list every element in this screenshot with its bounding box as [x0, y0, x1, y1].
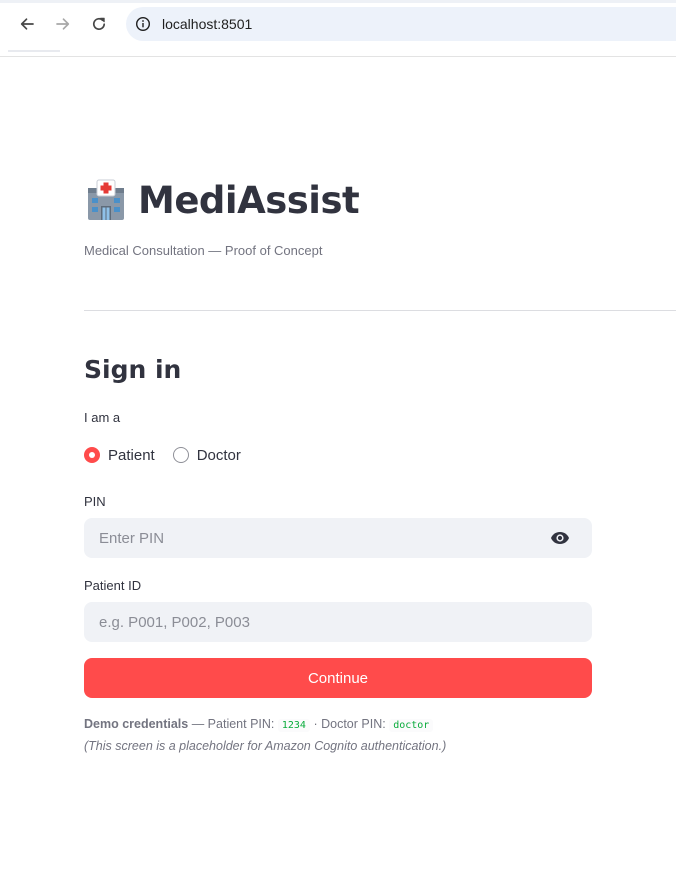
- forward-button[interactable]: [50, 11, 76, 37]
- continue-button[interactable]: Continue: [84, 658, 592, 698]
- address-url[interactable]: localhost:8501: [162, 16, 252, 32]
- arrow-left-icon: [20, 18, 34, 30]
- divider: [84, 310, 676, 311]
- back-button[interactable]: [14, 11, 40, 37]
- role-label: I am a: [84, 410, 121, 425]
- radio-checked-icon[interactable]: [84, 447, 100, 463]
- doctor-pin-code: doctor: [389, 719, 434, 732]
- demo-doctor-prefix: · Doctor PIN:: [313, 717, 386, 731]
- role-option-patient[interactable]: Patient: [84, 447, 155, 464]
- tab-strip: [0, 0, 676, 3]
- eye-icon[interactable]: [548, 528, 572, 548]
- pin-field: [84, 518, 592, 558]
- role-radio-group: Patient Doctor: [84, 444, 259, 466]
- pin-label: PIN: [84, 494, 106, 509]
- demo-patient-prefix: — Patient PIN:: [191, 717, 275, 731]
- reload-button[interactable]: [86, 11, 112, 37]
- address-bar[interactable]: localhost:8501: [126, 7, 676, 41]
- placeholder-note: (This screen is a placeholder for Amazon…: [84, 739, 447, 753]
- radio-unchecked-icon[interactable]: [172, 447, 189, 463]
- patient-id-field: [84, 602, 592, 642]
- app-subtitle: Medical Consultation — Proof of Concept: [84, 243, 323, 258]
- arrow-right-icon: [56, 18, 70, 30]
- patient-pin-code: 1234: [277, 719, 310, 732]
- demo-credentials: Demo credentials — Patient PIN: 1234 · D…: [84, 717, 434, 732]
- role-option-label[interactable]: Doctor: [197, 447, 241, 464]
- app-title: MediAssist: [138, 178, 360, 222]
- app-header: MediAssist: [84, 176, 360, 224]
- reload-icon: [93, 17, 106, 30]
- site-info-icon[interactable]: [135, 16, 151, 32]
- demo-title: Demo credentials: [84, 717, 189, 731]
- role-option-doctor[interactable]: Doctor: [172, 447, 241, 464]
- patient-id-label: Patient ID: [84, 578, 142, 593]
- tab-indicator: [8, 50, 60, 52]
- browser-toolbar: localhost:8501: [0, 0, 676, 57]
- role-option-label[interactable]: Patient: [108, 447, 155, 464]
- pin-input[interactable]: [97, 528, 521, 548]
- patient-id-input[interactable]: [97, 612, 521, 632]
- hospital-icon: [88, 179, 124, 220]
- sign-in-heading: Sign in: [84, 355, 182, 384]
